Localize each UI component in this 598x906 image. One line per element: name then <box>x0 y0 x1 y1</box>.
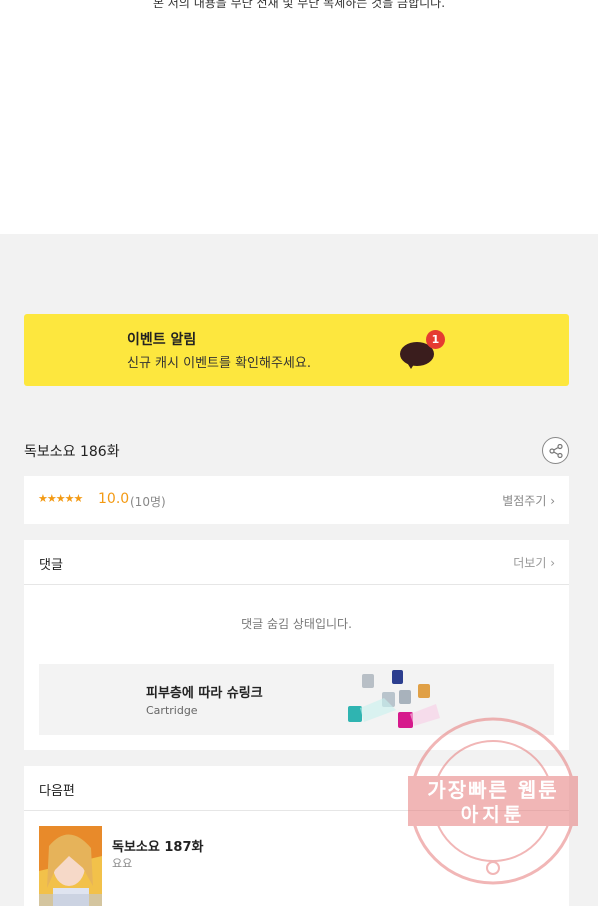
copyright-notice: 본 저의 내용을 무단 전재 및 무단 복제하는 것을 금합니다. <box>152 0 446 10</box>
next-episode-title: 독보소요 187화 <box>112 840 204 855</box>
content-end-area: 본 저의 내용을 무단 전재 및 무단 복제하는 것을 금합니다. <box>0 0 598 234</box>
next-episode-author: 요요 <box>112 857 133 870</box>
share-icon <box>549 444 563 458</box>
kakaotalk-bubble-icon: 1 <box>398 330 445 370</box>
ad-title: 피부층에 따라 슈링크 <box>146 686 263 701</box>
agit-webtoon-watermark: 가장빠른 웹툰 아지툰 <box>408 716 578 886</box>
ad-subtitle: Cartridge <box>146 704 198 717</box>
episode-title: 독보소요 186화 <box>24 444 120 460</box>
watermark-line2: 아지툰 <box>460 804 526 826</box>
event-subtitle: 신규 캐시 이벤트를 확인해주세요. <box>127 356 311 371</box>
event-banner[interactable]: 이벤트 알림 신규 캐시 이벤트를 확인해주세요. 1 <box>24 314 569 386</box>
next-header-title: 다음편 <box>39 784 75 799</box>
comment-header: 댓글 더보기 › <box>24 540 569 585</box>
comment-header-title: 댓글 <box>39 558 63 573</box>
more-comments-link[interactable]: 더보기 › <box>513 554 555 571</box>
notification-badge: 1 <box>426 330 445 349</box>
share-button[interactable] <box>542 437 569 464</box>
rating-score: 10.0 <box>98 491 130 507</box>
rating-count: (10명) <box>130 495 166 509</box>
watermark-line1: 가장빠른 웹툰 <box>427 778 559 802</box>
rating-stars: ★★★★★ <box>38 492 83 505</box>
rating-card: ★★★★★ 10.0 (10명) 별점주기 › <box>24 476 569 524</box>
rate-button[interactable]: 별점주기 › <box>502 492 555 509</box>
event-title: 이벤트 알림 <box>127 332 197 348</box>
next-episode-thumbnail[interactable] <box>39 826 102 906</box>
comment-hidden-message: 댓글 숨김 상태입니다. <box>241 617 352 631</box>
